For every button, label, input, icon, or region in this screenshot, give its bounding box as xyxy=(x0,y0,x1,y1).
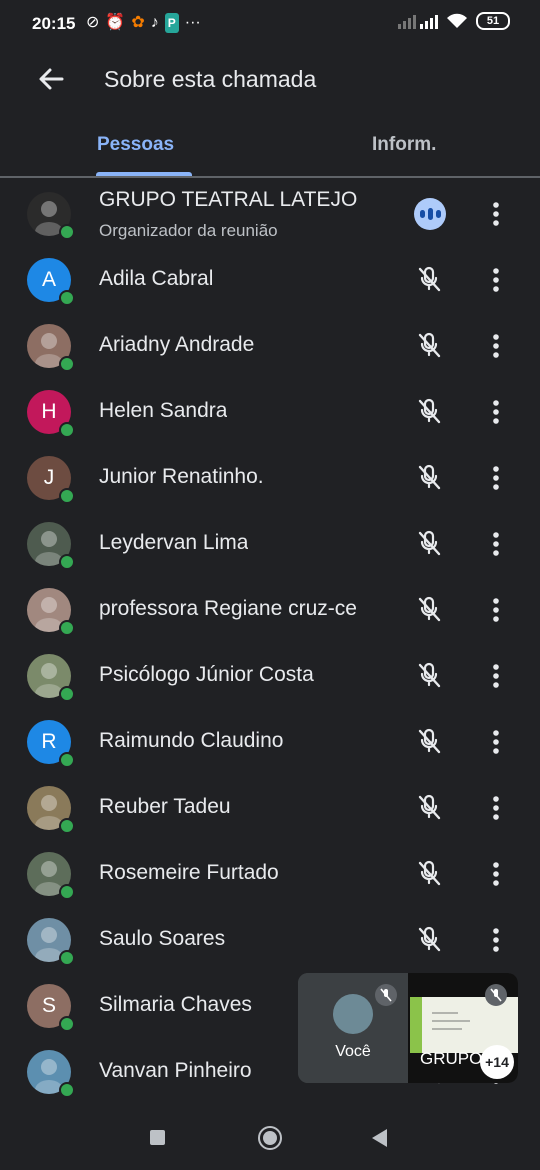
tiktok-icon: ♪ xyxy=(150,14,159,31)
participant-row[interactable]: J Junior Renatinho. xyxy=(0,444,540,510)
more-options-icon[interactable] xyxy=(484,397,508,427)
recents-button[interactable] xyxy=(150,1130,165,1145)
more-options-icon[interactable] xyxy=(484,727,508,757)
app-bar: Sobre esta chamada xyxy=(0,48,540,110)
participant-row[interactable]: Saulo Soares xyxy=(0,906,540,972)
participant-row[interactable]: Leydervan Lima xyxy=(0,510,540,576)
mic-off-icon[interactable] xyxy=(414,726,444,756)
more-options-icon[interactable] xyxy=(484,925,508,955)
more-notifications-icon: ··· xyxy=(184,14,201,31)
participant-name: Saulo Soares xyxy=(99,927,226,950)
status-time: 20:15 xyxy=(32,14,76,33)
presence-indicator xyxy=(59,290,75,306)
presence-indicator xyxy=(59,686,75,702)
pip-presenter-label: GRUPO xyxy=(420,1049,483,1068)
back-arrow-icon[interactable] xyxy=(32,62,68,98)
presence-indicator xyxy=(59,422,75,438)
presence-indicator xyxy=(59,356,75,372)
participant-name: professora Regiane cruz-ce xyxy=(99,597,357,620)
system-back-button[interactable] xyxy=(372,1129,387,1147)
status-bar: 20:15 ⊘ ⏰ ✿ ♪ P ··· 51 xyxy=(0,0,540,48)
presence-indicator xyxy=(59,554,75,570)
mic-off-icon[interactable] xyxy=(414,330,444,360)
participant-name: GRUPO TEATRAL LATEJO xyxy=(99,188,358,211)
participant-list: GRUPO TEATRAL LATEJO Organizador da reuni… xyxy=(0,180,540,1104)
more-options-icon[interactable] xyxy=(484,463,508,493)
mic-off-icon[interactable] xyxy=(414,396,444,426)
participant-name: Adila Cabral xyxy=(99,267,214,290)
pip-presenter-tile[interactable]: GRUPO +14 xyxy=(408,973,518,1083)
pip-self-label: Você xyxy=(335,1043,371,1060)
participant-name: Silmaria Chaves xyxy=(99,993,252,1016)
participant-name: Reuber Tadeu xyxy=(99,795,231,818)
participant-name: Leydervan Lima xyxy=(99,531,249,554)
app-notification-icon: ✿ xyxy=(131,14,145,31)
system-nav-bar xyxy=(0,1100,540,1170)
participant-name: Ariadny Andrade xyxy=(99,333,255,356)
participant-row[interactable]: GRUPO TEATRAL LATEJO Organizador da reuni… xyxy=(0,180,540,246)
participant-row[interactable]: H Helen Sandra xyxy=(0,378,540,444)
more-options-icon[interactable] xyxy=(484,595,508,625)
participant-row[interactable]: Reuber Tadeu xyxy=(0,774,540,840)
participant-row[interactable]: Ariadny Andrade xyxy=(0,312,540,378)
mic-off-icon[interactable] xyxy=(414,264,444,294)
picture-in-picture[interactable]: Você GRUPO +14 xyxy=(298,973,518,1083)
participant-name: Vanvan Pinheiro xyxy=(99,1059,252,1082)
speaking-indicator-icon xyxy=(414,198,446,230)
alarm-icon: ⏰ xyxy=(105,14,126,31)
more-options-icon[interactable] xyxy=(484,529,508,559)
presence-indicator xyxy=(59,224,75,240)
presence-indicator xyxy=(59,752,75,768)
participant-role: Organizador da reunião xyxy=(99,221,278,240)
tab-info[interactable]: Inform. xyxy=(372,134,436,156)
tab-people[interactable]: Pessoas xyxy=(97,134,174,156)
pip-self-mic-off-icon xyxy=(375,984,397,1006)
mic-off-icon[interactable] xyxy=(414,924,444,954)
more-options-icon[interactable] xyxy=(484,199,508,229)
participant-name: Raimundo Claudino xyxy=(99,729,284,752)
pip-presenter-mic-off-icon xyxy=(485,984,507,1006)
mic-off-icon[interactable] xyxy=(414,858,444,888)
alarm-off-icon: ⊘ xyxy=(86,14,100,31)
presence-indicator xyxy=(59,884,75,900)
participant-row[interactable]: professora Regiane cruz-ce xyxy=(0,576,540,642)
participant-row[interactable]: R Raimundo Claudino xyxy=(0,708,540,774)
notification-icons: ⊘ ⏰ ✿ ♪ P ··· xyxy=(86,13,201,33)
mic-off-icon[interactable] xyxy=(414,792,444,822)
mic-off-icon[interactable] xyxy=(414,660,444,690)
app-p-icon: P xyxy=(164,13,179,33)
mic-off-icon[interactable] xyxy=(414,462,444,492)
presence-indicator xyxy=(59,1016,75,1032)
tab-divider xyxy=(0,176,540,178)
page-title: Sobre esta chamada xyxy=(104,66,317,92)
more-options-icon[interactable] xyxy=(484,661,508,691)
more-options-icon[interactable] xyxy=(484,859,508,889)
system-icons: 51 xyxy=(398,12,510,30)
participant-row[interactable]: A Adila Cabral xyxy=(0,246,540,312)
participant-row[interactable]: Rosemeire Furtado xyxy=(0,840,540,906)
participant-name: Helen Sandra xyxy=(99,399,228,422)
participant-name: Rosemeire Furtado xyxy=(99,861,279,884)
more-options-icon[interactable] xyxy=(484,331,508,361)
wifi-icon xyxy=(447,13,467,28)
more-options-icon[interactable] xyxy=(484,265,508,295)
mic-off-icon[interactable] xyxy=(414,594,444,624)
pip-self-tile[interactable]: Você xyxy=(298,973,408,1083)
presence-indicator xyxy=(59,488,75,504)
participant-name: Psicólogo Júnior Costa xyxy=(99,663,314,686)
tab-bar: Pessoas Inform. xyxy=(0,120,540,178)
participant-name: Junior Renatinho. xyxy=(99,465,264,488)
participant-row[interactable]: Psicólogo Júnior Costa xyxy=(0,642,540,708)
home-button[interactable] xyxy=(258,1126,282,1150)
presence-indicator xyxy=(59,620,75,636)
more-options-icon[interactable] xyxy=(484,793,508,823)
mic-off-icon[interactable] xyxy=(414,528,444,558)
battery-icon: 51 xyxy=(476,12,510,30)
pip-self-avatar xyxy=(333,994,373,1034)
pip-overflow-count[interactable]: +14 xyxy=(480,1045,514,1079)
presence-indicator xyxy=(59,950,75,966)
signal-icon xyxy=(398,15,438,29)
presence-indicator xyxy=(59,818,75,834)
presence-indicator xyxy=(59,1082,75,1098)
